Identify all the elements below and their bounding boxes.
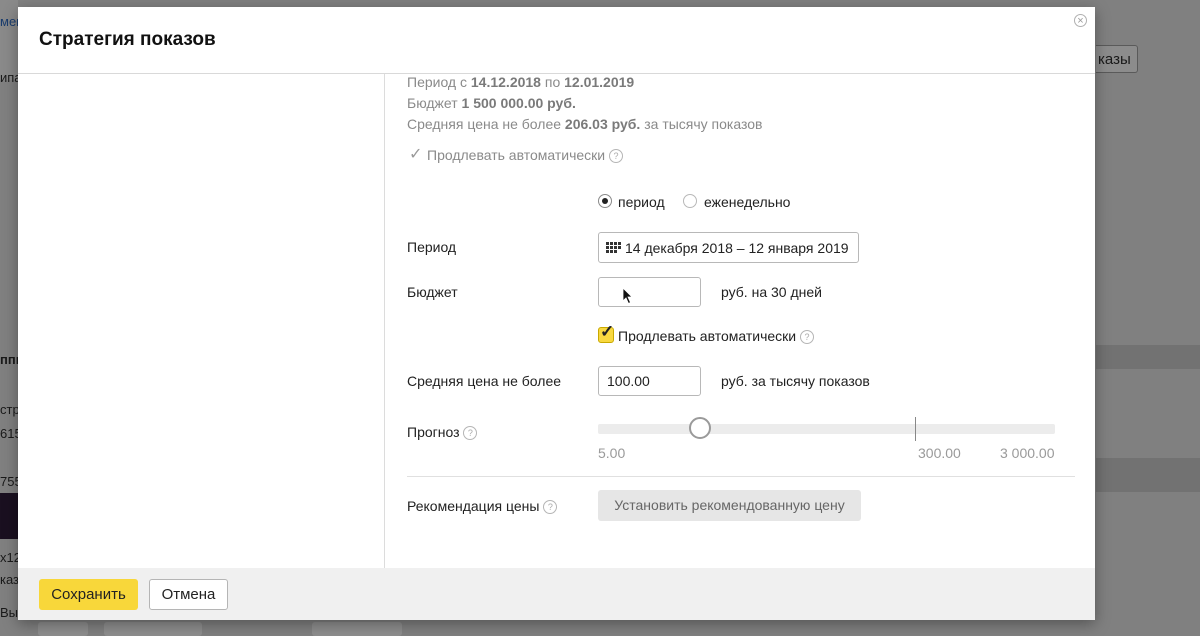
section-divider [407, 476, 1075, 477]
background-panel [0, 0, 18, 80]
help-icon[interactable]: ? [800, 330, 815, 344]
radio-period-label[interactable]: период [618, 194, 665, 210]
budget-suffix: руб. на 30 дней [721, 284, 822, 300]
radio-period[interactable] [598, 194, 612, 208]
auto-renew-checkbox[interactable]: ✓ [598, 322, 614, 343]
avg-price-input[interactable]: 100.00 [598, 366, 701, 396]
background-button [312, 622, 402, 636]
help-icon[interactable]: ? [463, 426, 478, 440]
avg-price-label: Средняя цена не более [407, 373, 562, 389]
strategy-list-pane [18, 74, 385, 568]
budget-input[interactable] [598, 277, 701, 307]
period-value: 14 декабря 2018 – 12 января 2019 [625, 240, 849, 256]
background-text-fragment: каз [0, 572, 20, 587]
summary-period: Период с 14.12.2018 по 12.01.2019 [407, 74, 635, 90]
save-button[interactable]: Сохранить [39, 579, 138, 610]
forecast-slider-track[interactable] [598, 424, 1055, 434]
period-date-picker[interactable]: 14 декабря 2018 – 12 января 2019 [598, 232, 859, 263]
forecast-slider-mark [915, 417, 916, 441]
avg-price-suffix: руб. за тысячу показов [721, 373, 870, 389]
check-icon: ✓ [409, 146, 423, 163]
background-text-fragment: стр [0, 402, 20, 417]
cancel-button[interactable]: Отмена [149, 579, 228, 610]
forecast-max-label: 3 000.00 [1000, 445, 1055, 461]
summary-auto-renew-checkbox: ✓ [407, 146, 423, 163]
recommendation-label: Рекомендация цены ? [407, 498, 558, 514]
background-image-fragment [0, 493, 18, 539]
summary-auto-renew-label: Продлевать автоматически ? [427, 147, 624, 163]
radio-weekly-label[interactable]: еженедельно [704, 194, 790, 210]
background-band [1096, 458, 1200, 492]
modal-header: Стратегия показов [18, 7, 1095, 74]
background-button [38, 622, 88, 636]
calendar-icon [606, 242, 621, 254]
modal-title: Стратегия показов [39, 29, 216, 50]
strategy-modal: Стратегия показов × Период с 14.12.2018 … [18, 7, 1095, 620]
modal-footer: Сохранить Отмена [18, 568, 1095, 620]
auto-renew-label: Продлевать автоматически ? [618, 328, 815, 344]
set-recommended-price-button[interactable]: Установить рекомендованную цену [598, 490, 861, 521]
mouse-cursor-icon [623, 288, 633, 304]
budget-label: Бюджет [407, 284, 458, 300]
close-icon[interactable]: × [1074, 14, 1087, 27]
period-label: Период [407, 239, 457, 255]
background-button [104, 622, 202, 636]
help-icon[interactable]: ? [609, 149, 624, 163]
forecast-mark-label: 300.00 [918, 445, 961, 461]
background-band [1096, 345, 1200, 369]
help-icon[interactable]: ? [543, 500, 558, 514]
summary-avg-price: Средняя цена не более 206.03 руб. за тыс… [407, 116, 763, 132]
forecast-label: Прогноз ? [407, 424, 478, 440]
background-button: казы [1096, 45, 1138, 73]
check-icon: ✓ [600, 322, 615, 341]
radio-weekly[interactable] [683, 194, 697, 208]
forecast-min-label: 5.00 [598, 445, 626, 461]
forecast-slider-thumb[interactable] [689, 417, 711, 439]
summary-budget: Бюджет 1 500 000.00 руб. [407, 95, 576, 111]
